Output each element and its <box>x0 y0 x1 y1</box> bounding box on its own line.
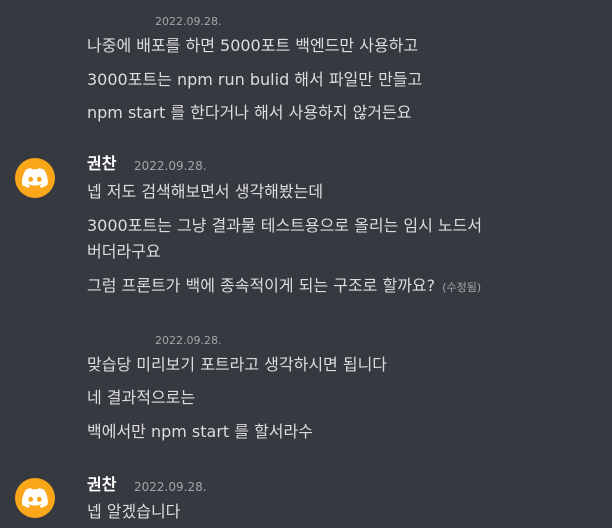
edited-label: (수정됨) <box>442 281 482 294</box>
message-text: 백에서만 npm start 를 할서라수 <box>87 422 313 441</box>
message-timestamp: 2022.09.28. <box>134 480 207 494</box>
message-text: 버더라구요 <box>87 242 161 261</box>
message-author[interactable]: 권찬 <box>87 474 116 496</box>
message-timestamp: 2022.09.28. <box>155 15 222 28</box>
message-text: 넵 저도 검색해보면서 생각해봤는데 <box>87 182 324 201</box>
message-timestamp: 2022.09.28. <box>134 159 207 173</box>
chat-message-list: 2022.09.28. 나중에 배포를 하면 5000포트 백엔드만 사용하고 … <box>0 0 612 528</box>
message-text: 넵 알겠습니다 <box>87 502 181 521</box>
message-author[interactable]: 권찬 <box>87 153 116 175</box>
message-text: 3000포트는 npm run bulid 해서 파일만 만들고 <box>87 70 423 89</box>
message-text: 3000포트는 그냥 결과물 테스트용으로 올리는 임시 노드서 <box>87 216 483 235</box>
message-text: npm start 를 한다거나 해서 사용하지 않거든요 <box>87 103 412 122</box>
message-text: 그럼 프론트가 백에 종속적이게 되는 구조로 할까요? <box>87 276 436 295</box>
discord-logo-icon <box>22 168 48 188</box>
message-text: 네 결과적으로는 <box>87 388 196 407</box>
avatar[interactable] <box>15 478 55 518</box>
message-text-edited: 그럼 프론트가 백에 종속적이게 되는 구조로 할까요? (수정됨) <box>87 275 481 299</box>
avatar[interactable] <box>15 158 55 198</box>
message-timestamp: 2022.09.28. <box>155 334 222 347</box>
message-text: 맞습당 미리보기 포트라고 생각하시면 됩니다 <box>87 355 388 374</box>
discord-logo-icon <box>22 488 48 508</box>
message-text: 나중에 배포를 하면 5000포트 백엔드만 사용하고 <box>87 36 419 55</box>
